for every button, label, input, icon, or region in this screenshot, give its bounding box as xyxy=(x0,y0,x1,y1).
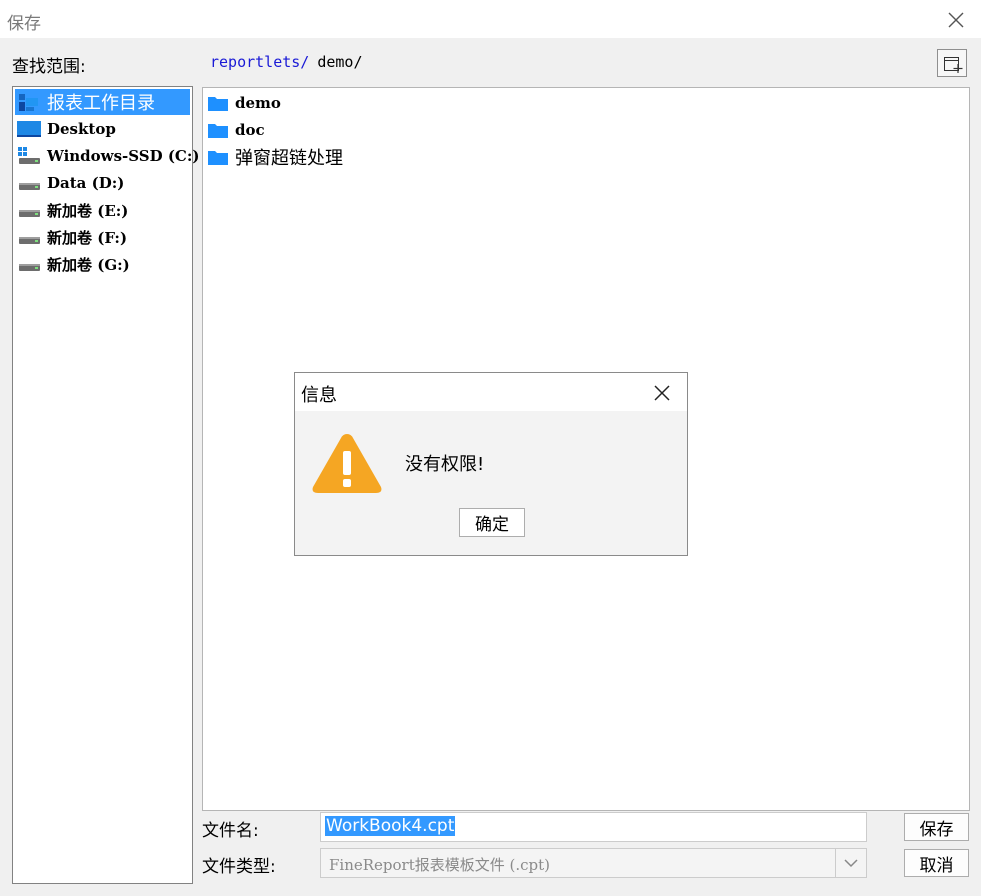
file-item-popup-hyperlink[interactable]: 弹窗超链处理 xyxy=(207,144,343,170)
drive-icon xyxy=(17,200,41,220)
cancel-button[interactable]: 取消 xyxy=(904,849,969,877)
windows-drive-icon xyxy=(17,146,41,166)
dialog-message: 没有权限! xyxy=(405,454,485,475)
folder-icon xyxy=(208,97,228,111)
breadcrumb: reportlets/demo/ xyxy=(210,53,363,71)
filename-input[interactable]: WorkBook4.cpt xyxy=(320,812,867,842)
new-folder-icon xyxy=(944,57,963,73)
desktop-icon xyxy=(17,119,41,139)
chevron-down-icon xyxy=(844,859,858,868)
report-dir-icon xyxy=(17,92,41,112)
message-dialog: 信息 没有权限! 确定 xyxy=(294,372,688,556)
drive-icon xyxy=(17,227,41,247)
place-desktop[interactable]: Desktop xyxy=(15,116,190,142)
filename-value: WorkBook4.cpt xyxy=(325,816,456,836)
drive-icon xyxy=(17,254,41,274)
window-title: 保存 xyxy=(7,14,41,34)
place-drive-d[interactable]: Data (D:) xyxy=(15,170,190,196)
save-button[interactable]: 保存 xyxy=(904,813,969,841)
place-drive-c[interactable]: Windows-SSD (C:) xyxy=(15,143,200,169)
file-item-label: doc xyxy=(235,121,265,139)
place-label: 报表工作目录 xyxy=(47,93,155,114)
folder-icon xyxy=(208,124,228,138)
file-item-doc[interactable]: doc xyxy=(207,117,265,143)
place-drive-g[interactable]: 新加卷 (G:) xyxy=(15,251,190,277)
filename-label: 文件名: xyxy=(202,821,259,841)
folder-icon xyxy=(208,151,228,165)
place-label: 新加卷 (G:) xyxy=(47,255,130,274)
close-icon xyxy=(654,385,670,401)
place-label: 新加卷 (E:) xyxy=(47,201,129,220)
places-pane: 报表工作目录 Desktop Windows-SSD (C:) Data (D:… xyxy=(12,86,200,884)
dialog-close-button[interactable] xyxy=(647,380,677,406)
place-drive-f[interactable]: 新加卷 (F:) xyxy=(15,224,190,250)
filetype-value: FineReport报表模板文件 (.cpt) xyxy=(329,856,551,874)
file-item-label: 弹窗超链处理 xyxy=(235,148,343,169)
place-label: Windows-SSD (C:) xyxy=(47,147,200,165)
place-drive-e[interactable]: 新加卷 (E:) xyxy=(15,197,190,223)
close-icon xyxy=(948,12,964,28)
place-label: Data (D:) xyxy=(47,174,125,192)
place-label: Desktop xyxy=(47,120,116,138)
breadcrumb-demo[interactable]: demo/ xyxy=(317,53,362,71)
look-in-label: 查找范围: xyxy=(12,57,86,77)
drive-icon xyxy=(17,173,41,193)
place-label: 新加卷 (F:) xyxy=(47,228,128,247)
breadcrumb-reportlets[interactable]: reportlets/ xyxy=(210,53,309,71)
filetype-select[interactable]: FineReport报表模板文件 (.cpt) xyxy=(320,848,867,878)
window-titlebar: 保存 xyxy=(0,0,981,38)
window-close-button[interactable] xyxy=(940,6,970,34)
warning-icon xyxy=(312,434,382,493)
file-item-demo[interactable]: demo xyxy=(207,90,281,116)
filetype-label: 文件类型: xyxy=(202,857,276,877)
dialog-title: 信息 xyxy=(301,385,337,406)
place-report-dir[interactable]: 报表工作目录 xyxy=(15,89,190,115)
file-item-label: demo xyxy=(235,94,281,112)
ok-button[interactable]: 确定 xyxy=(459,508,525,537)
dropdown-arrow[interactable] xyxy=(835,849,866,877)
dialog-titlebar: 信息 xyxy=(295,373,687,411)
new-folder-button[interactable] xyxy=(937,49,967,77)
